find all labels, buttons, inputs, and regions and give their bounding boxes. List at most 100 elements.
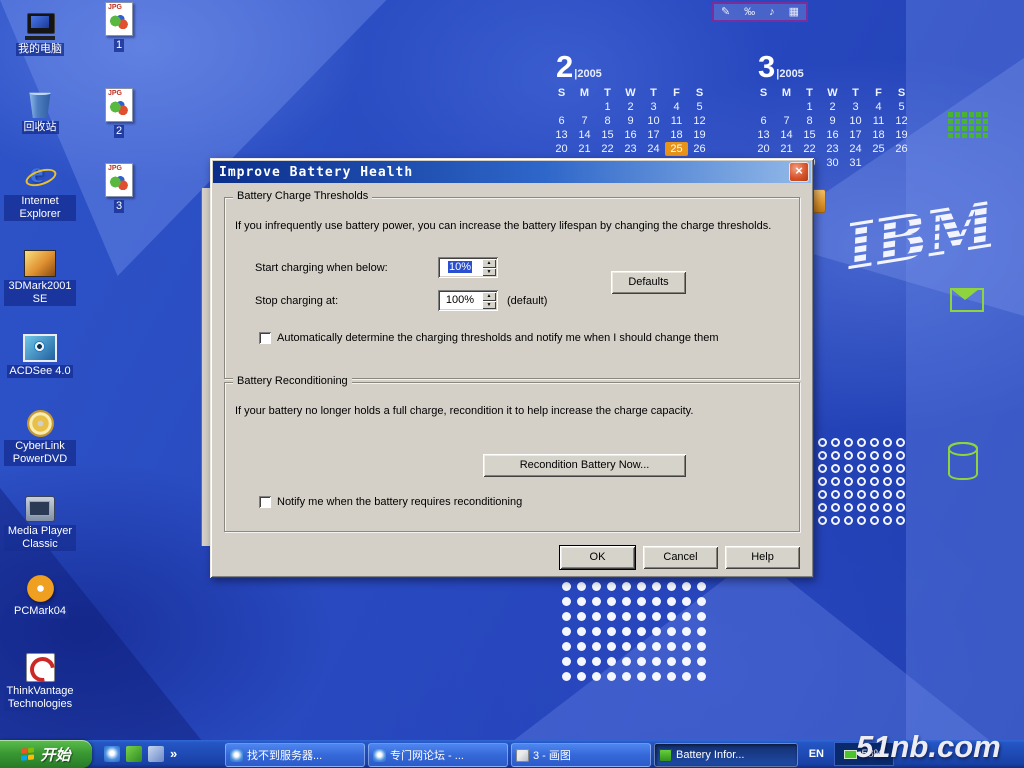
dot xyxy=(652,627,661,636)
dot xyxy=(697,672,706,681)
stop-threshold-value[interactable]: 100% xyxy=(438,290,482,311)
calendar-day-cell: 9 xyxy=(821,114,844,128)
desktop-icon-jpg-1[interactable]: JPG 1 xyxy=(88,2,150,52)
calendar-day-cell: 18 xyxy=(665,128,688,142)
icon-label: 2 xyxy=(114,125,124,138)
quicklaunch-media-icon[interactable] xyxy=(126,746,142,762)
dot xyxy=(844,503,853,512)
calendar-february-2005: 2|2005SMTWTFS123456789101112131415161718… xyxy=(550,50,720,170)
dot xyxy=(667,627,676,636)
dot xyxy=(870,516,879,525)
grid-icon[interactable]: ▦ xyxy=(789,5,799,19)
spin-down-button[interactable] xyxy=(482,301,496,310)
dot xyxy=(844,477,853,486)
desktop-icon-media-player-classic[interactable]: Media Player Classic xyxy=(4,488,76,551)
floating-toolbar[interactable]: ✎ ‰ ♪ ▦ xyxy=(712,2,808,22)
dot xyxy=(667,642,676,651)
dialog-titlebar[interactable]: Improve Battery Health × xyxy=(213,161,811,183)
calendar-day-cell: 24 xyxy=(642,142,665,156)
battery-reconditioning-group: Battery Reconditioning If your battery n… xyxy=(224,382,800,532)
dot xyxy=(948,112,953,117)
task-label: 找不到服务器... xyxy=(247,747,322,763)
calendar-day-header: T xyxy=(798,86,821,100)
desktop-icon-3dmark2001[interactable]: 3DMark2001 SE xyxy=(4,243,76,306)
calendar-day-cell: 25 xyxy=(867,142,890,156)
taskbar-task-paint[interactable]: 3 - 画图 xyxy=(511,743,651,767)
close-button[interactable]: × xyxy=(789,162,809,182)
taskbar-task-battery-information[interactable]: Battery Infor... xyxy=(654,743,798,767)
quicklaunch-chevron-icon[interactable]: » xyxy=(170,746,177,762)
desktop-icon-jpg-2[interactable]: JPG 2 xyxy=(88,88,150,138)
dot xyxy=(870,464,879,473)
dot xyxy=(818,490,827,499)
desktop-icon-powerdvd[interactable]: CyberLink PowerDVD xyxy=(4,403,76,466)
desktop-icon-pcmark04[interactable]: PCMark04 xyxy=(4,568,76,618)
note-icon[interactable]: ♪ xyxy=(769,5,775,19)
ok-button[interactable]: OK xyxy=(560,546,635,569)
percent-icon[interactable]: ‰ xyxy=(744,5,755,19)
dot xyxy=(948,119,953,124)
desktop-icon-thinkvantage[interactable]: ThinkVantage Technologies xyxy=(4,648,76,711)
checkbox-box[interactable] xyxy=(259,496,271,508)
checkbox-label: Notify me when the battery requires reco… xyxy=(277,496,522,508)
calendar-day-header: F xyxy=(665,86,688,100)
dot xyxy=(577,627,586,636)
dot xyxy=(969,126,974,131)
desktop-icon-acdsee[interactable]: ACDSee 4.0 xyxy=(4,328,76,378)
dot xyxy=(592,627,601,636)
dot xyxy=(577,642,586,651)
calendar-day-cell: 6 xyxy=(550,114,573,128)
auto-determine-checkbox[interactable]: Automatically determine the charging thr… xyxy=(259,332,779,344)
icon-label: ACDSee 4.0 xyxy=(7,365,72,378)
internet-explorer-icon xyxy=(25,160,55,192)
pen-icon[interactable]: ✎ xyxy=(721,5,730,19)
taskbar-task-forum[interactable]: 专门网论坛 - ... xyxy=(368,743,508,767)
calendar-day-cell: 3 xyxy=(642,100,665,114)
quicklaunch-ie-icon[interactable] xyxy=(104,746,120,762)
start-label: 开始 xyxy=(40,744,70,765)
dot xyxy=(697,642,706,651)
start-threshold-value[interactable]: 10% xyxy=(438,257,482,278)
windows-flag-icon xyxy=(21,747,35,761)
spin-down-button[interactable] xyxy=(482,268,496,277)
desktop-icon-internet-explorer[interactable]: Internet Explorer xyxy=(4,158,76,221)
help-button[interactable]: Help xyxy=(725,546,800,569)
dot xyxy=(667,612,676,621)
quicklaunch-show-desktop-icon[interactable] xyxy=(148,746,164,762)
calendar-march-2005: 3|2005SMTWTFS123456789101112131415161718… xyxy=(752,50,922,170)
start-threshold-spinbox[interactable]: 10% xyxy=(438,257,498,278)
spin-up-button[interactable] xyxy=(482,292,496,301)
dot xyxy=(831,477,840,486)
calendar-month: 2 xyxy=(556,49,573,84)
language-indicator[interactable]: EN xyxy=(809,748,824,760)
calendar-day-cell: 15 xyxy=(798,128,821,142)
acdsee-icon xyxy=(23,334,57,362)
spin-up-button[interactable] xyxy=(482,259,496,268)
calendar-day-cell: 5 xyxy=(890,100,913,114)
cancel-button[interactable]: Cancel xyxy=(643,546,718,569)
icon-label: 我的电脑 xyxy=(16,43,64,56)
calendar-day-cell: 9 xyxy=(619,114,642,128)
dot xyxy=(857,490,866,499)
notify-reconditioning-checkbox[interactable]: Notify me when the battery requires reco… xyxy=(259,496,779,508)
dot xyxy=(831,503,840,512)
calendar-day-cell xyxy=(573,100,596,114)
desktop-icon-recycle-bin[interactable]: 回收站 xyxy=(4,84,76,134)
dot xyxy=(562,672,571,681)
battery-charge-thresholds-group: Battery Charge Thresholds If you infrequ… xyxy=(224,197,800,379)
recondition-battery-now-button[interactable]: Recondition Battery Now... xyxy=(483,454,686,477)
keypad-art-icon xyxy=(948,112,988,138)
dot xyxy=(962,126,967,131)
dot xyxy=(857,464,866,473)
stop-threshold-spinbox[interactable]: 100% xyxy=(438,290,498,311)
desktop-icon-jpg-3[interactable]: JPG 3 xyxy=(88,163,150,213)
desktop-icon-my-computer[interactable]: 我的电脑 xyxy=(4,6,76,56)
taskbar-task-server-not-found[interactable]: 找不到服务器... xyxy=(225,743,365,767)
group-title: Battery Charge Thresholds xyxy=(233,190,372,202)
start-button[interactable]: 开始 xyxy=(0,740,92,768)
calendar-day-cell: 14 xyxy=(775,128,798,142)
calendar-day-header: M xyxy=(775,86,798,100)
calendar-day-cell: 1 xyxy=(596,100,619,114)
checkbox-box[interactable] xyxy=(259,332,271,344)
defaults-button[interactable]: Defaults xyxy=(611,271,686,294)
